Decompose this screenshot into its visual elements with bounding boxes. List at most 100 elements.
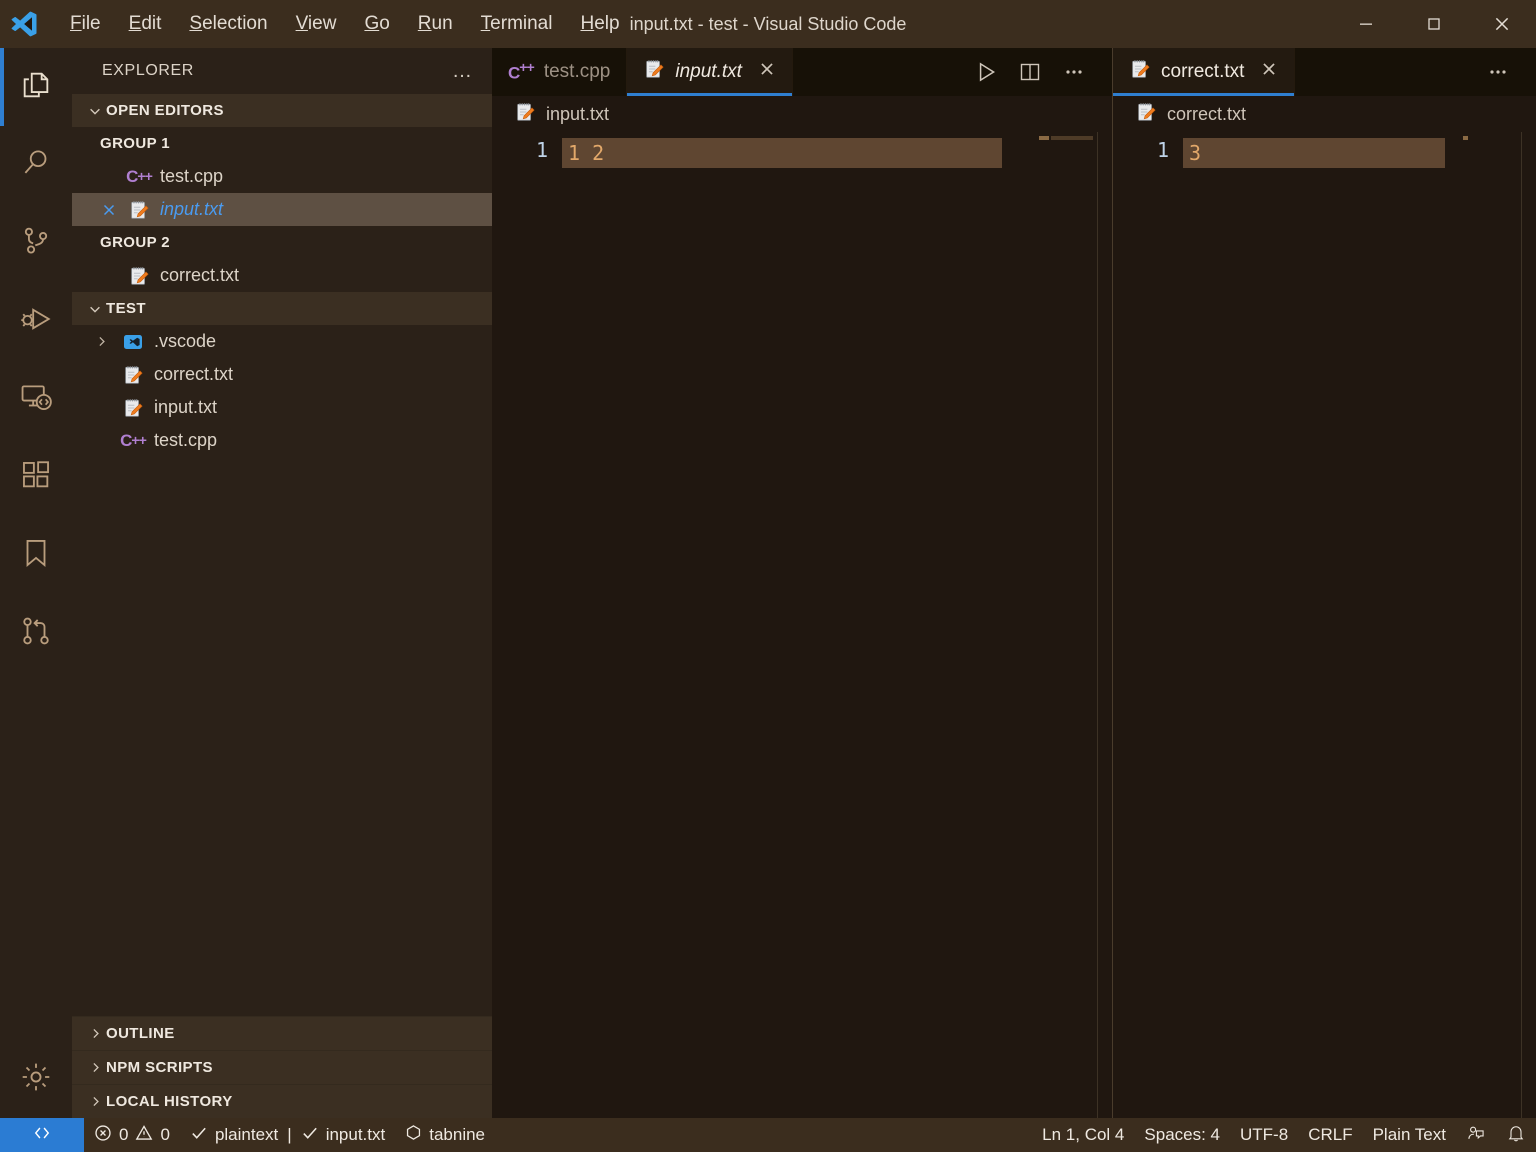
activity-item-manage[interactable]: [0, 1040, 72, 1118]
tree-item-input-txt[interactable]: input.txt: [72, 391, 492, 424]
bookmark-icon: [19, 536, 53, 575]
status-eol[interactable]: CRLF: [1298, 1118, 1362, 1152]
menu-file-rest: ile: [81, 13, 101, 34]
activity-item-run-and-debug[interactable]: [0, 282, 72, 360]
status-encoding[interactable]: UTF-8: [1230, 1118, 1298, 1152]
minimap-line-selection: [1051, 136, 1093, 140]
maximize-button[interactable]: [1400, 0, 1468, 48]
sidebar-more-actions-button[interactable]: …: [452, 60, 474, 83]
section-open-editors[interactable]: OPEN EDITORS: [72, 94, 492, 127]
section-workspace-label: TEST: [106, 300, 146, 317]
menu-view[interactable]: View: [282, 7, 351, 41]
line-number: 1: [1156, 138, 1169, 162]
section-outline-label: OUTLINE: [106, 1025, 175, 1042]
open-editor-test-cpp[interactable]: C ++ test.cpp: [72, 160, 492, 193]
status-cursor-position[interactable]: Ln 1, Col 4: [1032, 1118, 1134, 1152]
tree-item-vscode-folder[interactable]: .vscode: [72, 325, 492, 358]
close-button[interactable]: [1468, 0, 1536, 48]
menu-selection[interactable]: Selection: [175, 7, 281, 41]
section-npm-scripts[interactable]: NPM SCRIPTS: [72, 1050, 492, 1084]
minimize-button[interactable]: [1332, 0, 1400, 48]
activity-item-search[interactable]: [0, 126, 72, 204]
warning-icon: [135, 1124, 153, 1147]
status-bar: 0 0 plaintext | input.txt tabnine Ln 1, …: [0, 1118, 1536, 1152]
minimap-group-2[interactable]: [1459, 132, 1521, 1118]
txt-icon: [1135, 101, 1157, 128]
cpp-icon: C++: [126, 166, 153, 186]
tabnine-icon: [405, 1124, 422, 1146]
status-tabnine[interactable]: tabnine: [395, 1118, 495, 1152]
status-remote-indicator[interactable]: [0, 1118, 84, 1152]
vscode-folder-icon: [120, 330, 146, 354]
tab-label: input.txt: [675, 61, 742, 82]
close-icon[interactable]: [100, 202, 118, 218]
activity-bar: [0, 48, 72, 1118]
overview-ruler-group-1[interactable]: [1097, 132, 1112, 1118]
tab-correct-txt[interactable]: correct.txt: [1113, 48, 1296, 96]
editor-actions-group-1: [966, 48, 1112, 96]
menu-edit[interactable]: Edit: [115, 7, 176, 41]
tree-item-correct-txt[interactable]: correct.txt: [72, 358, 492, 391]
activity-bar-spacer: [0, 672, 72, 1040]
breadcrumb-label: correct.txt: [1167, 103, 1247, 124]
activity-item-source-control[interactable]: [0, 204, 72, 282]
editor-group-2: correct.txt correct.txt 1 3: [1112, 48, 1536, 1118]
close-icon[interactable]: [758, 60, 776, 84]
menu-edit-mnemonic: E: [128, 13, 142, 34]
menu-selection-rest: election: [202, 13, 268, 34]
activity-item-extensions[interactable]: [0, 438, 72, 516]
menu-go[interactable]: Go: [350, 7, 403, 41]
close-icon[interactable]: [1260, 60, 1278, 84]
run-debug-icon: [19, 302, 53, 341]
menu-bar[interactable]: File Edit Selection View Go Run Terminal…: [56, 7, 634, 41]
menu-terminal[interactable]: Terminal: [467, 7, 567, 41]
status-encoding-label: UTF-8: [1240, 1125, 1289, 1144]
menu-terminal-mnemonic: T: [480, 13, 491, 34]
open-editors-group-1-label: GROUP 1: [100, 135, 171, 152]
status-language-mode[interactable]: Plain Text: [1363, 1118, 1456, 1152]
tab-test-cpp[interactable]: C++ test.cpp: [492, 48, 628, 96]
menu-help-mnemonic: H: [580, 13, 595, 34]
split-editor-button[interactable]: [1010, 48, 1050, 96]
status-notifications[interactable]: [1496, 1118, 1536, 1152]
status-language-label: plaintext: [214, 1125, 279, 1144]
activity-item-explorer[interactable]: [0, 48, 72, 126]
run-code-button[interactable]: [966, 48, 1006, 96]
code-line[interactable]: 3: [1183, 138, 1459, 168]
section-workspace[interactable]: TEST: [72, 292, 492, 325]
section-local-history[interactable]: LOCAL HISTORY: [72, 1084, 492, 1118]
code-editor-group-1[interactable]: 1 1 2: [492, 132, 1112, 1118]
open-editor-input-txt[interactable]: input.txt: [72, 193, 492, 226]
open-editor-correct-txt[interactable]: correct.txt: [72, 259, 492, 292]
status-problems[interactable]: 0 0: [84, 1118, 180, 1152]
minimap-group-1[interactable]: [1035, 132, 1097, 1118]
activity-item-remote-explorer[interactable]: [0, 360, 72, 438]
menu-run[interactable]: Run: [404, 7, 467, 41]
tab-input-txt[interactable]: input.txt: [627, 48, 793, 96]
chevron-right-icon: [84, 1027, 106, 1040]
code-editor-group-2[interactable]: 1 3: [1113, 132, 1536, 1118]
activity-item-bookmarks[interactable]: [0, 516, 72, 594]
status-spell-checker[interactable]: plaintext | input.txt: [180, 1118, 395, 1152]
code-content-group-1[interactable]: 1 2: [562, 132, 1035, 1118]
more-actions-button[interactable]: [1054, 48, 1094, 96]
menu-help[interactable]: Help: [566, 7, 633, 41]
code-line-text: 1 2: [568, 141, 605, 165]
menu-file[interactable]: File: [56, 7, 115, 41]
breadcrumb-group-1[interactable]: input.txt: [492, 96, 1112, 132]
status-indentation[interactable]: Spaces: 4: [1134, 1118, 1230, 1152]
tree-item-test-cpp[interactable]: C ++ test.cpp: [72, 424, 492, 457]
more-actions-button[interactable]: [1478, 48, 1518, 96]
status-feedback[interactable]: [1456, 1118, 1496, 1152]
sidebar-title-label: EXPLORER: [102, 62, 194, 79]
section-outline[interactable]: OUTLINE: [72, 1016, 492, 1050]
breadcrumb-group-2[interactable]: correct.txt: [1113, 96, 1536, 132]
code-content-group-2[interactable]: 3: [1183, 132, 1459, 1118]
tree-item-label: correct.txt: [154, 364, 234, 384]
txt-icon: [514, 101, 536, 128]
code-line[interactable]: 1 2: [562, 138, 1035, 168]
menu-go-mnemonic: G: [364, 13, 380, 34]
warning-count: 0: [160, 1125, 170, 1144]
activity-item-git-graph[interactable]: [0, 594, 72, 672]
overview-ruler-group-2[interactable]: [1521, 132, 1536, 1118]
